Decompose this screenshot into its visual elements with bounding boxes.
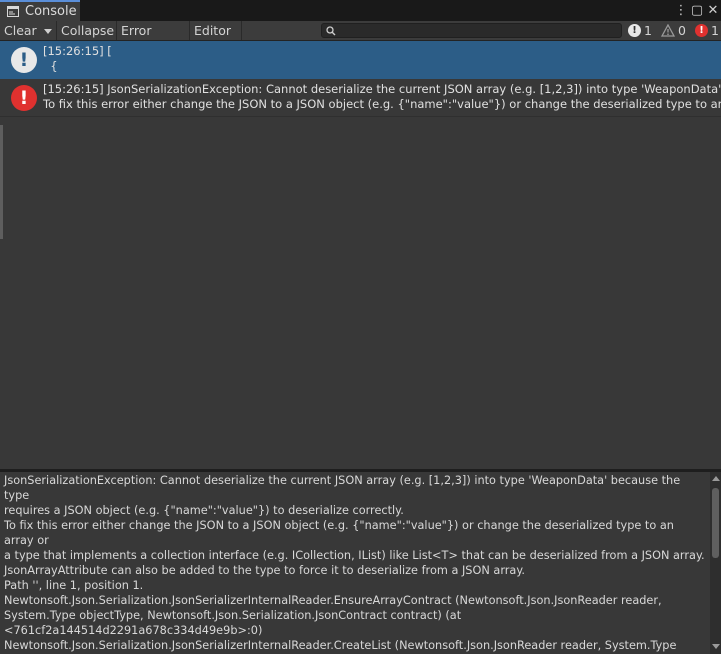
clear-button[interactable]: Clear — [0, 21, 40, 40]
error-pause-toggle[interactable]: Error Pause — [117, 21, 190, 57]
error-count: 1 — [711, 23, 719, 38]
window-tab-bar: Console ⋮ ▢ ✕ — [0, 0, 721, 21]
tab-console-label: Console — [25, 4, 77, 19]
log-count-toggle[interactable]: ! 1 — [628, 21, 652, 40]
editor-dropdown[interactable]: Editor — [190, 21, 242, 53]
stack-trace-text[interactable]: JsonSerializationException: Cannot deser… — [4, 473, 706, 654]
log-list[interactable]: ! [15:26:15] [ { ! [15:26:15] JsonSerial… — [0, 41, 721, 469]
log-entry-line2: To fix this error either change the JSON… — [43, 97, 721, 111]
search-field[interactable] — [321, 23, 622, 38]
info-icon: ! — [11, 47, 37, 73]
log-entry-line1: [15:26:15] [ — [43, 44, 112, 58]
warning-count-toggle[interactable]: 0 — [661, 21, 686, 40]
stack-trace-panel: JsonSerializationException: Cannot deser… — [0, 472, 721, 654]
log-count: 1 — [644, 23, 652, 38]
detail-scrollbar[interactable] — [710, 472, 721, 654]
console-icon — [7, 6, 19, 17]
info-icon: ! — [628, 24, 641, 37]
scroll-down-icon[interactable] — [712, 644, 720, 649]
scroll-up-icon[interactable] — [712, 476, 720, 481]
tab-console[interactable]: Console — [0, 0, 80, 21]
warning-icon — [661, 24, 675, 37]
log-entry-line1: [15:26:15] JsonSerializationException: C… — [43, 82, 721, 96]
clear-options-dropdown[interactable] — [40, 21, 57, 40]
error-count-toggle[interactable]: ! 1 — [695, 21, 719, 40]
console-toolbar: Clear Collapse Error Pause Editor ! 1 0 … — [0, 21, 721, 57]
editor-dropdown-label: Editor — [194, 23, 231, 38]
warning-count: 0 — [678, 23, 686, 38]
error-icon: ! — [695, 24, 708, 37]
log-entry[interactable]: ! [15:26:15] JsonSerializationException:… — [0, 79, 721, 117]
log-entry-line2: { — [43, 59, 58, 73]
search-input[interactable] — [337, 24, 617, 37]
list-scrollbar[interactable] — [0, 125, 3, 239]
error-icon: ! — [11, 85, 37, 111]
log-entry[interactable]: ! [15:26:15] [ { — [0, 41, 721, 79]
collapse-toggle[interactable]: Collapse — [57, 21, 117, 40]
maximize-icon[interactable]: ▢ — [690, 2, 704, 19]
window-menu-icon[interactable]: ⋮ — [674, 2, 688, 19]
chevron-down-icon — [44, 29, 52, 34]
scrollbar-thumb[interactable] — [712, 488, 719, 558]
search-icon — [326, 26, 336, 36]
close-icon[interactable]: ✕ — [706, 2, 720, 19]
